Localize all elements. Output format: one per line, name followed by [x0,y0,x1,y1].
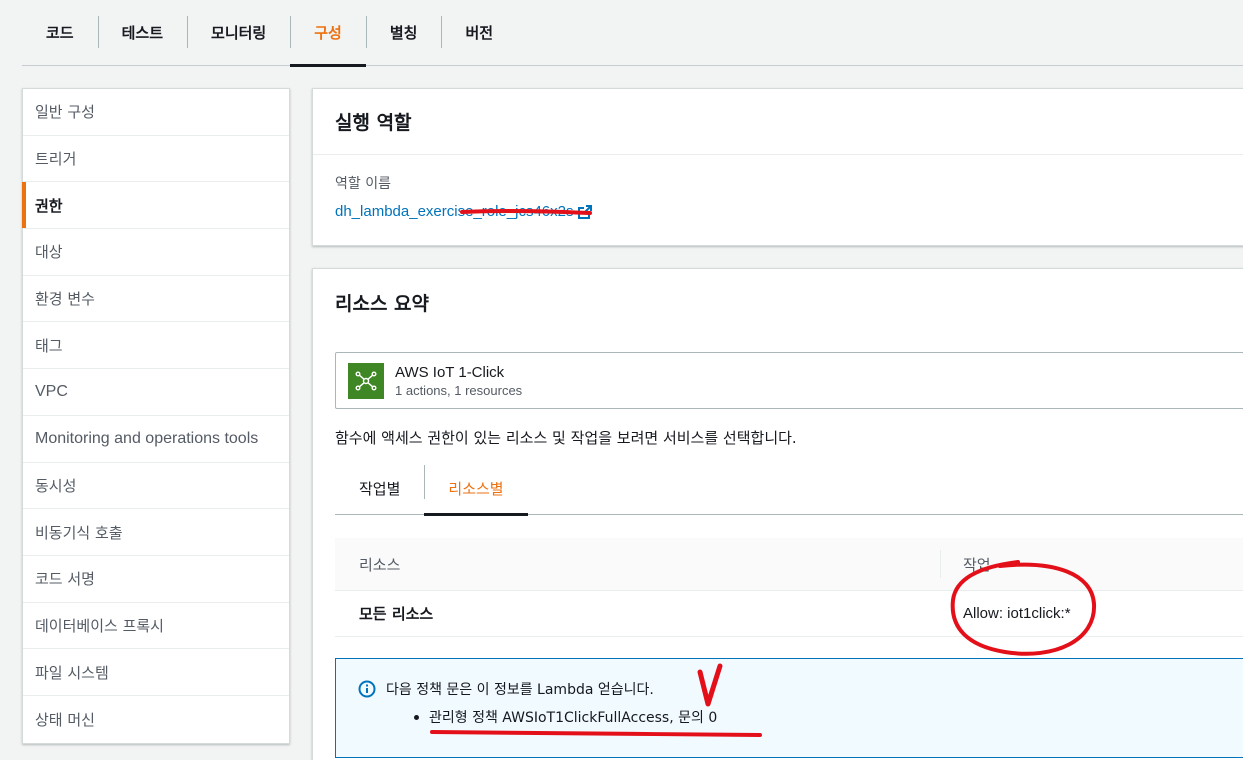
execution-role-title: 실행 역할 [313,89,1243,155]
nav-permissions[interactable]: 권한 [22,182,289,230]
table-row: 모든 리소스 Allow: iot1click:* [335,591,1243,637]
nav-tags[interactable]: 태그 [23,322,289,370]
tab-code[interactable]: 코드 [22,0,98,66]
table-header-row: 리소스 작업 [335,538,1243,591]
service-name: AWS IoT 1-Click [395,363,505,381]
external-link-icon [577,204,593,220]
tab-test[interactable]: 테스트 [97,0,187,66]
function-tabs: 코드 테스트 모니터링 구성 별칭 버전 [22,0,1243,67]
nav-triggers[interactable]: 트리거 [23,136,289,183]
nav-code-signing[interactable]: 코드 서명 [23,556,289,603]
resource-table: 리소스 작업 모든 리소스 Allow: iot1click:* [335,538,1243,637]
tab-monitoring[interactable]: 모니터링 [187,0,290,66]
nav-destinations[interactable]: 대상 [23,229,289,276]
resource-summary-panel: 리소스 요약 AWS IoT 1-Click 1 actions, 1 reso… [312,268,1243,760]
nav-concurrency[interactable]: 동시성 [23,463,289,510]
nav-async-invocation[interactable]: 비동기식 호출 [23,509,289,556]
resource-description: 함수에 액세스 권한이 있는 리소스 및 작업을 보려면 서비스를 선택합니다. [335,429,797,447]
role-name-link[interactable]: dh_lambda_exercise_role_jcs46x2s [335,203,593,220]
tab-aliases[interactable]: 별칭 [365,0,442,66]
tab-versions[interactable]: 버전 [441,0,517,66]
nav-state-machines[interactable]: 상태 머신 [23,696,289,743]
nav-vpc[interactable]: VPC [23,369,289,416]
info-message: 다음 정책 문은 이 정보를 Lambda 얻습니다. [386,682,654,698]
role-name-text: dh_lambda_exercise_role_jcs46x2s [335,203,574,220]
bullet-dot [414,714,419,720]
tab-by-action[interactable]: 작업별 [335,461,424,515]
column-header-action: 작업 [963,555,991,574]
nav-file-systems[interactable]: 파일 시스템 [23,649,289,696]
configuration-side-nav: 일반 구성 트리거 권한 대상 환경 변수 태그 VPC Monitoring … [22,88,290,744]
service-summary: 1 actions, 1 resources [395,382,523,398]
info-icon [358,680,376,698]
execution-role-panel: 실행 역할 역할 이름 dh_lambda_exercise_role_jcs4… [312,88,1243,246]
cell-resource: 모든 리소스 [359,605,434,623]
tab-configuration[interactable]: 구성 [290,0,366,67]
column-header-resource: 리소스 [335,550,941,578]
nav-environment-variables[interactable]: 환경 변수 [23,276,289,323]
tab-by-resource[interactable]: 리소스별 [424,461,528,516]
policy-statement: 관리형 정책 AWSIoT1ClickFullAccess, 문의 0 [429,710,718,726]
iot-1click-icon [348,362,384,399]
nav-monitoring-tools[interactable]: Monitoring and operations tools [23,416,289,463]
resource-summary-title: 리소스 요약 [335,292,430,315]
nav-general-configuration[interactable]: 일반 구성 [23,89,289,136]
service-card-iot-1click[interactable]: AWS IoT 1-Click 1 actions, 1 resources [335,352,1243,409]
cell-action: Allow: iot1click:* [963,605,1071,622]
policy-info-alert: 다음 정책 문은 이 정보를 Lambda 얻습니다. 관리형 정책 AWSIo… [335,658,1243,758]
nav-database-proxies[interactable]: 데이터베이스 프록시 [23,603,289,650]
resource-view-tabs: 작업별 리소스별 [335,461,1243,516]
role-name-label: 역할 이름 [335,176,391,192]
